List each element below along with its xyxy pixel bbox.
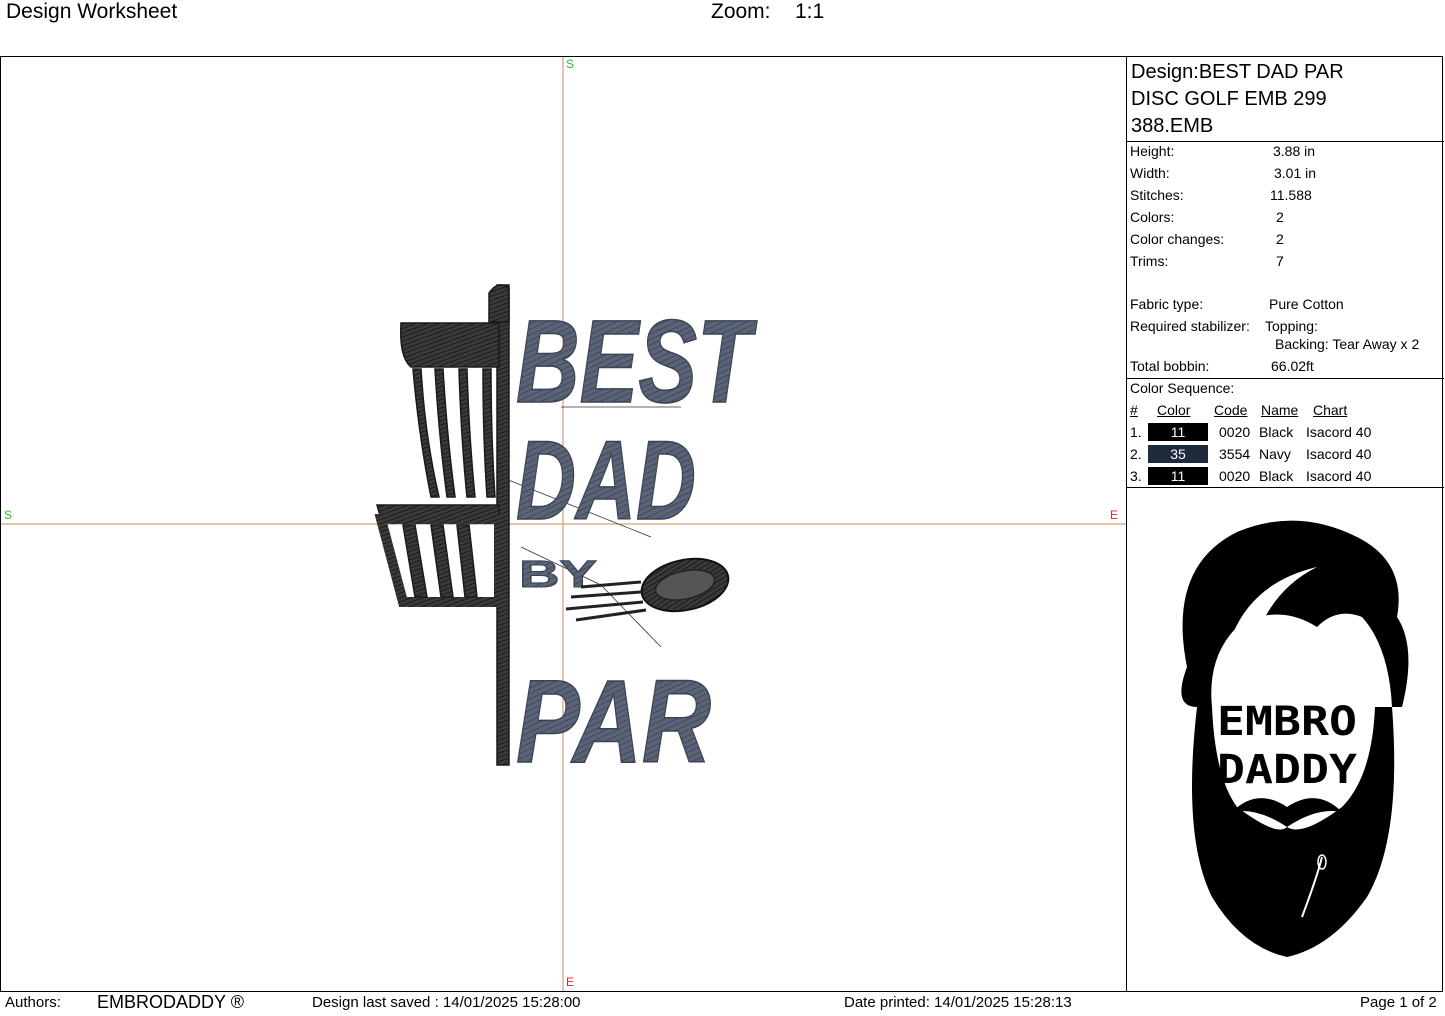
stat-stitches-value: 11.588 — [1270, 187, 1312, 203]
stat-stitches-label: Stitches: — [1130, 187, 1184, 203]
stat-height-value: 3.88 in — [1273, 143, 1316, 159]
worksheet-header: Design Worksheet Zoom: 1:1 — [0, 0, 1445, 56]
design-title-line: DISC GOLF EMB 299 — [1131, 88, 1327, 110]
cs-col-code: Code — [1214, 402, 1248, 418]
cs-col-color: Color — [1157, 402, 1191, 418]
marker-left: S — [4, 508, 13, 522]
cs-col-num: # — [1130, 402, 1138, 418]
worksheet-title: Design Worksheet — [6, 0, 178, 23]
design-title-line: 388.EMB — [1131, 115, 1214, 137]
last-saved: Design last saved : 14/01/2025 15:28:00 — [312, 994, 581, 1011]
color-row-num: 3. — [1130, 468, 1142, 484]
authors-label: Authors: — [5, 994, 61, 1011]
color-name: Black — [1259, 468, 1294, 484]
stat-colors-value: 2 — [1276, 209, 1284, 225]
color-row[interactable]: 3. 11 0020 Black Isacord 40 — [1127, 466, 1444, 486]
stat-trims-value: 7 — [1276, 253, 1284, 269]
design-title-line: Design:BEST DAD PAR — [1131, 61, 1344, 83]
cs-col-chart: Chart — [1313, 402, 1348, 418]
bobbin-label: Total bobbin: — [1130, 358, 1210, 374]
backing-value: Backing: Tear Away x 2 — [1275, 336, 1420, 352]
embrodaddy-logo: EMBRO DADDY — [1181, 520, 1409, 957]
stat-colors-label: Colors: — [1130, 209, 1175, 225]
color-code: 3554 — [1219, 446, 1251, 462]
page-indicator: Page 1 of 2 — [1360, 994, 1437, 1011]
stat-color-changes-value: 2 — [1276, 231, 1284, 247]
marker-right: E — [1110, 508, 1119, 522]
topping-value: Topping: — [1265, 318, 1318, 334]
color-chart: Isacord 40 — [1306, 468, 1372, 484]
date-printed: Date printed: 14/01/2025 15:28:13 — [844, 994, 1072, 1011]
color-chart: Isacord 40 — [1306, 446, 1372, 462]
fabric-type-value: Pure Cotton — [1269, 296, 1344, 312]
color-name: Navy — [1259, 446, 1291, 462]
design-text-dad: DAD — [516, 418, 696, 543]
color-swatch: 11 — [1148, 467, 1208, 485]
stat-height-label: Height: — [1130, 143, 1175, 159]
color-row-num: 2. — [1130, 446, 1142, 462]
color-row[interactable]: 1. 11 0020 Black Isacord 40 — [1127, 422, 1444, 442]
color-swatch: 35 — [1148, 445, 1208, 463]
logo-text-line1: EMBRO — [1217, 699, 1357, 745]
design-title: Design:BEST DAD PAR DISC GOLF EMB 299 38… — [1131, 59, 1344, 140]
marker-top: S — [566, 57, 575, 71]
zoom-value[interactable]: 1:1 — [795, 0, 824, 24]
design-text-best: BEST — [516, 296, 758, 428]
bobbin-value: 66.02ft — [1271, 358, 1314, 374]
authors-value: EMBRODADDY ® — [97, 992, 244, 1012]
stat-color-changes-label: Color changes: — [1130, 231, 1225, 247]
color-name: Black — [1259, 424, 1294, 440]
design-canvas[interactable]: BEST DAD PAR BY S S E E — [1, 57, 1126, 991]
logo-text-line2: DADDY — [1217, 747, 1357, 793]
color-row[interactable]: 2. 35 3554 Navy Isacord 40 — [1127, 444, 1444, 464]
stat-width-label: Width: — [1130, 165, 1170, 181]
zoom-label: Zoom: — [711, 0, 771, 23]
color-chart: Isacord 40 — [1306, 424, 1372, 440]
color-sequence-header: # Color Code Name Chart — [1127, 400, 1444, 420]
worksheet-footer: Authors: EMBRODADDY ® Design last saved … — [0, 992, 1445, 1016]
fabric-type-label: Fabric type: — [1130, 296, 1204, 312]
cs-col-name: Name — [1261, 402, 1299, 418]
design-text-par: PAR — [516, 656, 711, 788]
color-sequence-label: Color Sequence: — [1130, 380, 1235, 396]
color-swatch: 11 — [1148, 423, 1208, 441]
color-code: 0020 — [1219, 424, 1251, 440]
divider — [1127, 487, 1444, 488]
design-preview: BEST DAD PAR BY — [1, 57, 1126, 991]
stat-width-value: 3.01 in — [1274, 165, 1317, 181]
basket-graphic — [374, 284, 510, 766]
info-panel: Design:BEST DAD PAR DISC GOLF EMB 299 38… — [1127, 57, 1444, 991]
color-code: 0020 — [1219, 468, 1251, 484]
stat-trims-label: Trims: — [1130, 253, 1169, 269]
design-text-by: BY — [519, 554, 597, 596]
color-row-num: 1. — [1130, 424, 1142, 440]
stabilizer-label: Required stabilizer: — [1130, 318, 1250, 334]
marker-bottom: E — [566, 975, 575, 989]
